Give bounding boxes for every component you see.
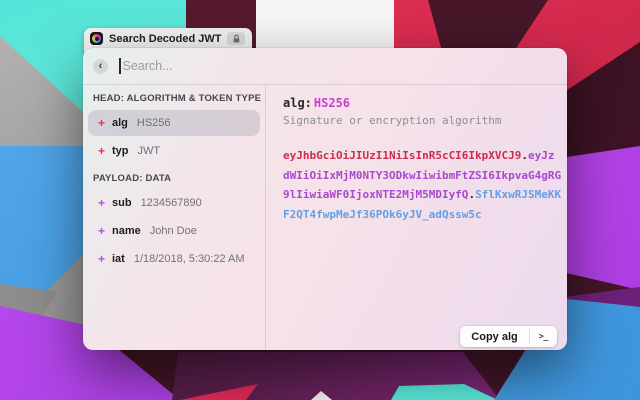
text-cursor [119, 58, 121, 74]
field-value: HS256 [314, 96, 350, 110]
plus-icon: + [94, 252, 109, 266]
search-input[interactable]: Search... [123, 59, 173, 73]
list-item-sub[interactable]: + sub 1234567890 [88, 190, 260, 216]
list-item-alg[interactable]: + alg HS256 [88, 110, 260, 136]
plus-icon: + [94, 224, 109, 238]
list-item-name[interactable]: + name John Doe [88, 218, 260, 244]
section-header-head: HEAD: ALGORITHM & TOKEN TYPE [93, 93, 265, 104]
item-key: typ [112, 145, 129, 157]
item-key: sub [112, 197, 132, 209]
lock-badge [227, 32, 245, 45]
jwt-token: eyJhbGciOiJIUzI1NiIsInR5cCI6IkpXVCJ9.eyJ… [283, 146, 561, 224]
plus-icon: + [94, 144, 109, 158]
item-value: HS256 [137, 117, 171, 129]
item-value: JWT [138, 145, 161, 157]
list-item-typ[interactable]: + typ JWT [88, 138, 260, 164]
item-value: John Doe [150, 225, 197, 237]
section-header-payload: PAYLOAD: DATA [93, 173, 265, 184]
command-tab-title: Search Decoded JWT [109, 33, 221, 45]
app-window: ‹ Search... HEAD: ALGORITHM & TOKEN TYPE… [83, 48, 567, 350]
terminal-prompt-icon: >_ [530, 326, 557, 347]
results-list: HEAD: ALGORITHM & TOKEN TYPE + alg HS256… [83, 85, 265, 350]
back-button[interactable]: ‹ [93, 59, 108, 74]
field-label: alg: [283, 96, 312, 110]
desktop: Search Decoded JWT ‹ Search... HEAD: ALG… [0, 0, 640, 400]
item-value: 1/18/2018, 5:30:22 AM [134, 253, 245, 265]
token-header-segment: eyJhbGciOiJIUzI1NiIsInR5cCI6IkpXVCJ9 [283, 149, 521, 162]
copy-alg-button[interactable]: Copy alg >_ [460, 326, 557, 347]
search-bar: ‹ Search... [83, 48, 567, 84]
item-value: 1234567890 [141, 197, 202, 209]
item-key: alg [112, 117, 128, 129]
field-line: alg:HS256 [283, 96, 567, 110]
jwt-extension-icon [90, 32, 103, 45]
jwt-ring-glyph [92, 34, 101, 43]
list-item-iat[interactable]: + iat 1/18/2018, 5:30:22 AM [88, 246, 260, 272]
item-key: name [112, 225, 141, 237]
copy-alg-label: Copy alg [460, 326, 528, 347]
item-key: iat [112, 253, 125, 265]
detail-panel: alg:HS256 Signature or encryption algori… [266, 85, 567, 350]
lock-icon [232, 34, 241, 44]
field-description: Signature or encryption algorithm [283, 114, 567, 127]
plus-icon: + [94, 196, 109, 210]
plus-icon: + [94, 116, 109, 130]
chevron-left-icon: ‹ [99, 60, 103, 72]
